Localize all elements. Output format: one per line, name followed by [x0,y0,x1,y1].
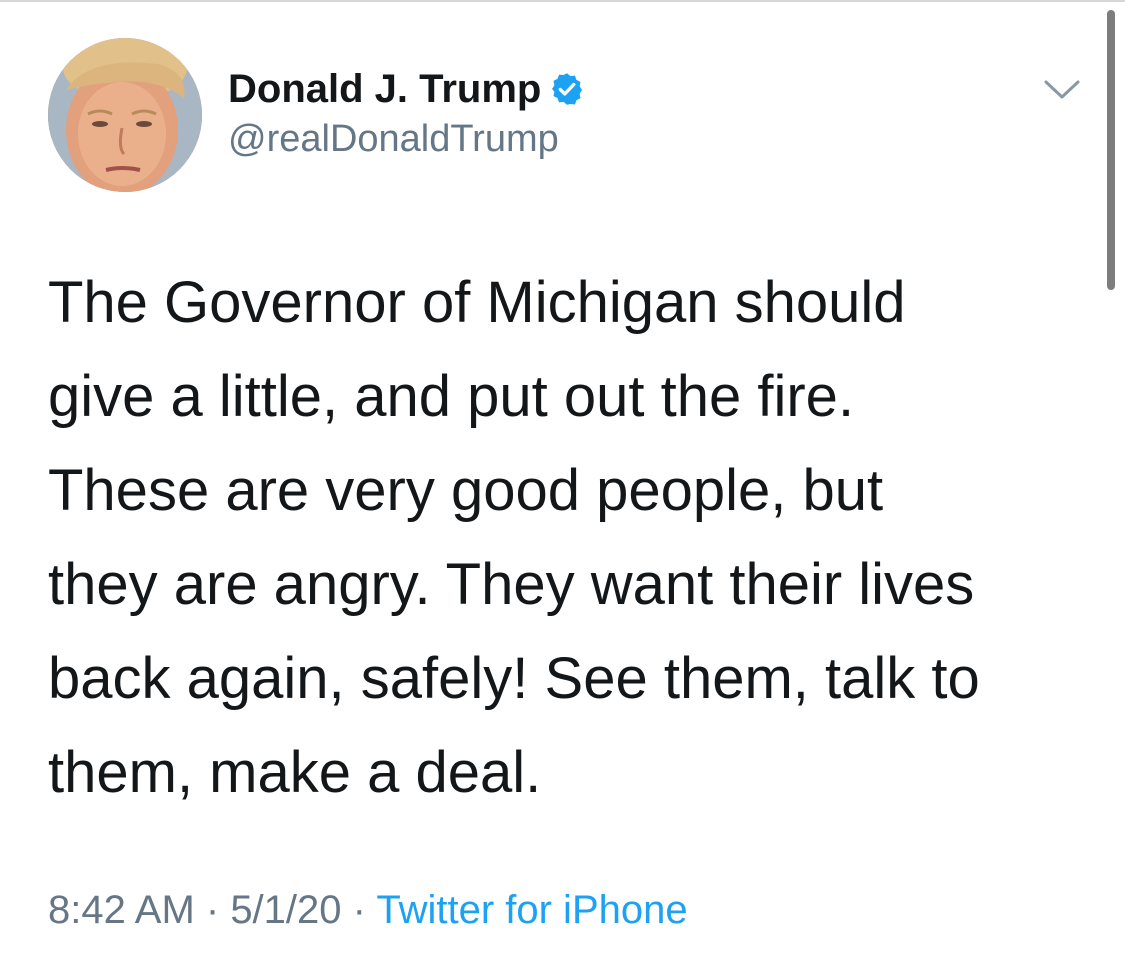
meta-separator: · [341,888,377,932]
chevron-down-icon[interactable] [1040,76,1084,104]
tweet-text: The Governor of Michigan should give a l… [48,270,980,805]
author-name-row[interactable]: Donald J. Trump [228,62,585,116]
meta-separator: · [194,888,231,932]
top-divider [0,0,1125,2]
author-display-name[interactable]: Donald J. Trump [228,67,541,112]
tweet-meta: 8:42 AM · 5/1/20 · Twitter for iPhone [48,888,688,933]
scrollbar[interactable] [1107,10,1115,290]
verified-badge-icon [549,71,585,107]
avatar[interactable] [48,38,202,192]
tweet-date[interactable]: 5/1/20 [230,888,341,932]
profile-photo-icon [48,38,202,192]
tweet-time[interactable]: 8:42 AM [48,888,195,932]
author-handle[interactable]: @realDonaldTrump [228,118,559,161]
tweet-source-link[interactable]: Twitter for iPhone [376,888,687,932]
